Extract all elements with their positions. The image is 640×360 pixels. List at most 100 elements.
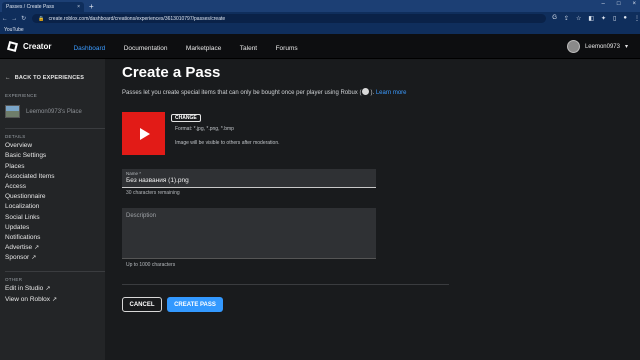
sidebar-item-label: Updates	[5, 223, 30, 231]
forward-arrow-icon[interactable]: →	[9, 16, 18, 22]
url-text: create.roblox.com/dashboard/creations/ex…	[48, 15, 226, 22]
sidebar-item-localization[interactable]: Localization	[5, 203, 105, 210]
name-field-label: Name *	[126, 171, 142, 176]
nav-talent[interactable]: Talent	[240, 45, 257, 52]
moderation-note: Image will be visible to others after mo…	[175, 140, 280, 146]
sidebar-item-label: Sponsor	[5, 254, 30, 262]
description-suffix: ).	[370, 90, 375, 96]
learn-more-link[interactable]: Learn more	[376, 90, 407, 96]
sidebar-item-basic-settings[interactable]: Basic Settings	[5, 152, 105, 159]
external-link-icon: ↗	[31, 255, 37, 262]
profile-icon[interactable]: ●	[623, 15, 627, 22]
youtube-play-icon	[140, 127, 150, 140]
maximize-icon[interactable]: □	[617, 1, 621, 7]
creator-header: Creator Dashboard Documentation Marketpl…	[0, 34, 640, 59]
description-field[interactable]: Description	[122, 208, 376, 259]
other-section-label: OTHER	[5, 277, 23, 283]
sidebar-item-overview[interactable]: Overview	[5, 142, 105, 149]
experience-section-label: EXPERIENCE	[5, 93, 38, 98]
description-text: Passes let you create special items that…	[122, 90, 362, 96]
sidebar-item-places[interactable]: Places	[5, 163, 105, 170]
sidebar-item-label: Overview	[5, 142, 33, 150]
cancel-button[interactable]: CANCEL	[122, 297, 162, 312]
bookmarks-bar: YouTube	[0, 25, 640, 34]
sidebar-item-label: Localization	[5, 203, 40, 211]
sidebar-item-view-on-roblox[interactable]: View on Roblox ↗	[5, 296, 105, 303]
create-pass-button[interactable]: CREATE PASS	[167, 297, 223, 312]
address-bar-row: ← → ↻ 🔒 create.roblox.com/dashboard/crea…	[0, 12, 640, 25]
menu-icon[interactable]: ⋮	[634, 15, 640, 22]
puzzle-icon[interactable]: ✦	[601, 15, 606, 22]
sidebar-item-questionnaire[interactable]: Questionnaire	[5, 193, 105, 200]
name-field[interactable]: Name * Без названия (1).png	[122, 169, 376, 188]
external-link-icon: ↗	[52, 296, 58, 303]
sidebar-item-notifications[interactable]: Notifications	[5, 234, 105, 241]
avatar	[566, 40, 580, 53]
chevron-down-icon: ▾	[624, 44, 628, 50]
page-description: Passes let you create special items that…	[122, 88, 407, 96]
brand-name[interactable]: Creator	[23, 42, 51, 51]
back-to-experiences-link[interactable]: ← BACK TO EXPERIENCES	[5, 75, 105, 81]
sidebar-item-label: Questionnaire	[5, 193, 46, 201]
nav-documentation[interactable]: Documentation	[124, 45, 168, 52]
sidebar-item-advertise[interactable]: Advertise ↗	[5, 244, 105, 251]
page-title: Create a Pass	[122, 64, 221, 81]
nav-forums[interactable]: Forums	[276, 45, 298, 52]
arrow-left-icon: ←	[5, 75, 11, 81]
sidebar-item-associated-items[interactable]: Associated Items	[5, 173, 105, 180]
minimize-icon[interactable]: –	[602, 1, 605, 7]
change-image-button[interactable]: CHANGE	[171, 114, 201, 122]
bookmark-youtube[interactable]: YouTube	[4, 27, 24, 33]
sidebar: ← BACK TO EXPERIENCES EXPERIENCE Leemon0…	[0, 59, 105, 360]
back-arrow-icon[interactable]: ←	[0, 16, 9, 22]
top-nav: Dashboard Documentation Marketplace Tale…	[73, 37, 311, 55]
sidebar-item-updates[interactable]: Updates	[5, 224, 105, 231]
nav-dashboard[interactable]: Dashboard	[73, 45, 105, 52]
sidebar-item-label: Advertise	[5, 244, 33, 252]
experience-selector[interactable]: Leemon0973's Place	[5, 105, 105, 118]
roblox-logo-icon[interactable]	[6, 40, 18, 52]
window-controls: – □ ×	[602, 1, 636, 7]
lock-icon: 🔒	[38, 15, 45, 22]
sidebar-item-label: Basic Settings	[5, 152, 47, 160]
browser-tab-bar: Passes / Create Pass × + – □ ×	[0, 0, 640, 12]
sidebar-item-label: Notifications	[5, 233, 41, 241]
extension-icon[interactable]: ◧	[588, 15, 594, 22]
back-label: BACK TO EXPERIENCES	[14, 75, 85, 81]
extension-icons: G ⇪ ☆ ◧ ✦ ▯ ● ⋮	[552, 15, 640, 22]
browser-tab-title: Passes / Create Pass	[6, 4, 55, 10]
description-placeholder: Description	[126, 213, 157, 219]
sidebar-item-label: View on Roblox	[5, 295, 51, 303]
browser-tab[interactable]: Passes / Create Pass ×	[2, 2, 84, 12]
external-link-icon: ↗	[34, 245, 40, 252]
external-link-icon: ↗	[45, 286, 51, 293]
sidebar-icon[interactable]: ▯	[613, 15, 616, 22]
sidebar-item-label: Access	[5, 182, 26, 190]
url-input[interactable]: 🔒 create.roblox.com/dashboard/creations/…	[32, 14, 547, 23]
share-icon[interactable]: ⇪	[564, 15, 569, 22]
new-tab-icon[interactable]: +	[89, 2, 94, 12]
sidebar-item-label: Edit in Studio	[5, 285, 44, 293]
star-icon[interactable]: ☆	[576, 15, 581, 22]
google-icon[interactable]: G	[552, 15, 557, 22]
image-formats-note: Format: *.jpg, *.png, *.bmp	[175, 126, 234, 132]
reload-icon[interactable]: ↻	[19, 15, 28, 22]
user-menu[interactable]: Leemon0973 ▾	[566, 40, 628, 53]
sidebar-item-sponsor[interactable]: Sponsor ↗	[5, 254, 105, 261]
main-content: Create a Pass Passes let you create spec…	[105, 59, 640, 360]
pass-image-preview	[122, 112, 165, 155]
sidebar-item-label: Places	[5, 162, 25, 170]
form-divider	[122, 284, 449, 285]
sidebar-item-access[interactable]: Access	[5, 183, 105, 190]
sidebar-item-edit-in-studio[interactable]: Edit in Studio ↗	[5, 285, 105, 292]
sidebar-item-label: Social Links	[5, 213, 40, 221]
sidebar-divider	[5, 271, 105, 273]
sidebar-item-social-links[interactable]: Social Links	[5, 214, 105, 221]
robux-icon	[362, 88, 370, 95]
sidebar-item-label: Associated Items	[5, 172, 55, 180]
tab-close-icon[interactable]: ×	[77, 4, 80, 10]
close-window-icon[interactable]: ×	[632, 1, 636, 7]
nav-marketplace[interactable]: Marketplace	[186, 45, 221, 52]
description-limit-note: Up to 1000 characters	[126, 262, 176, 268]
details-section-label: DETAILS	[5, 134, 26, 139]
